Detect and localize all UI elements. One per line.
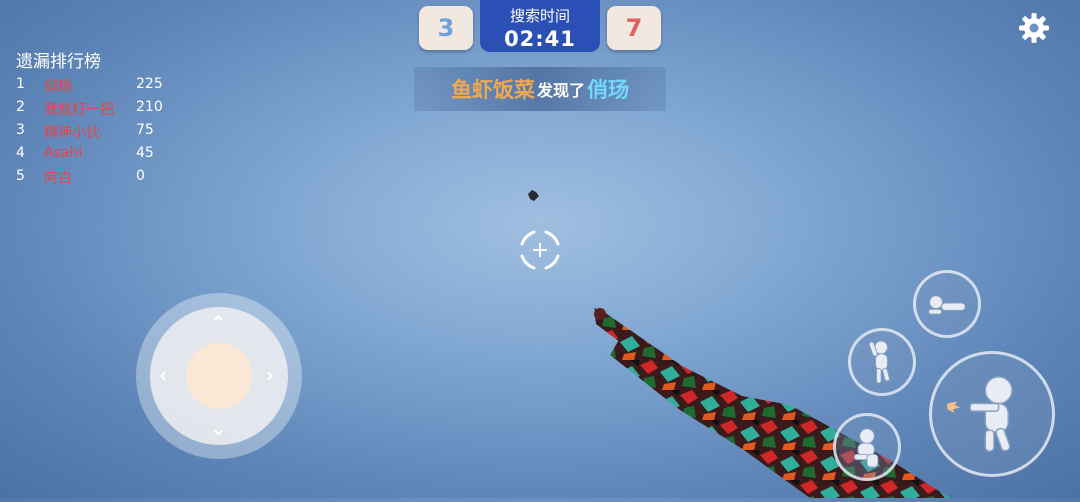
discovery-banner: 鱼虾饭菜 发现了 俏玚 [414, 67, 666, 111]
leaderboard-rank: 5 [16, 168, 25, 184]
chevron-right-icon: › [266, 363, 275, 387]
distant-object [526, 187, 540, 201]
prone-button[interactable] [913, 270, 981, 338]
leaderboard-rank: 1 [16, 76, 25, 92]
leaderboard-name: 俏玚 [44, 79, 72, 95]
leaderboard-name: Asahi [44, 145, 83, 161]
crosshair-icon [512, 222, 568, 278]
leaderboard-score: 75 [136, 122, 154, 138]
leaderboard-score: 45 [136, 145, 154, 161]
chevron-down-icon: ⌄ [210, 416, 227, 440]
crouch-button[interactable] [833, 413, 901, 481]
prone-icon [928, 295, 966, 315]
banner-finder-name: 鱼虾饭菜 [450, 78, 535, 102]
jump-icon [868, 340, 890, 384]
leaderboard-rank: 4 [16, 145, 25, 161]
leaderboard-score: 210 [136, 99, 163, 115]
leaderboard-name: 阿白 [44, 171, 72, 187]
banner-found-name: 俏玚 [587, 78, 629, 102]
timer-label: 搜索时间 [509, 7, 570, 25]
leaderboard-rank: 2 [16, 99, 25, 115]
search-timer: 搜索时间 02:41 [480, 0, 600, 52]
gear-icon[interactable] [1016, 10, 1052, 46]
leaderboard-title: 遗漏排行榜 [16, 52, 101, 72]
fire-icon [947, 376, 1013, 452]
crouch-icon [853, 428, 879, 468]
leaderboard-name: 我就打一把 [44, 102, 114, 118]
leaderboard-name: 精神小伙 [44, 125, 100, 141]
leaderboard-rank: 3 [16, 122, 25, 138]
blue-team-score: 3 [419, 6, 473, 50]
timer-value: 02:41 [504, 27, 576, 51]
leaderboard-score: 0 [136, 168, 145, 184]
red-team-score: 7 [607, 6, 661, 50]
fire-button[interactable] [929, 351, 1055, 477]
red-team-score-value: 7 [625, 14, 643, 42]
joystick-knob[interactable] [186, 343, 252, 409]
chevron-left-icon: ‹ [159, 363, 168, 387]
blue-team-score-value: 3 [437, 14, 455, 42]
leaderboard-score: 225 [136, 76, 163, 92]
chevron-up-icon: ⌃ [210, 311, 227, 335]
jump-button[interactable] [848, 328, 916, 396]
banner-action-text: 发现了 [536, 81, 585, 100]
